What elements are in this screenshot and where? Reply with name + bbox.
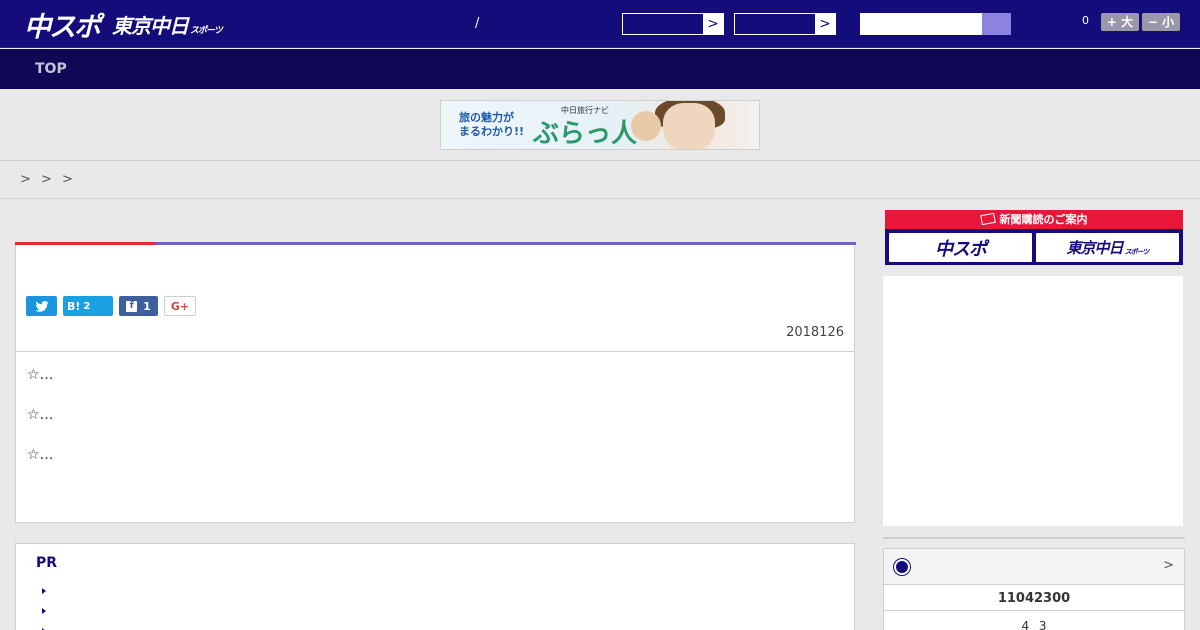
font-size-increase-button[interactable]: + 大 [1101,13,1139,31]
chuspo-logo[interactable]: 中スポ [24,7,101,43]
site-header: 中スポ 東京中日 スポーツ / > > 0 + 大 − 小 [0,0,1200,48]
divider [0,160,1200,161]
hatena-bookmark-button[interactable]: B! 2 [63,296,113,316]
article-paragraph: ☆… [27,447,54,463]
banner-catch: 旅の魅力が まるわかり!! [459,111,525,138]
tokyo-chunichi-logo-text: 東京中日 [112,13,189,38]
ad-banner[interactable]: 旅の魅力が まるわかり!! 中日旅行ナビ ぶらっ人 [440,100,760,150]
widget-score: 4 3 [1021,619,1047,630]
subscribe-chuspo-button[interactable]: 中スポ [889,233,1032,262]
breadcrumb[interactable]: > > > [20,172,73,187]
divider [16,351,854,352]
facebook-icon: f [126,300,138,312]
pr-box: PR [15,543,855,630]
facebook-share-button[interactable]: f1 [119,296,158,316]
subscription-heading: 新聞購読のご案内 [885,210,1183,229]
subscription-box: 新聞購読のご案内 中スポ 東京中日 スポーツ [885,210,1183,265]
subscription-heading-text: 新聞購読のご案内 [999,213,1088,226]
widget-header: > [884,549,1184,585]
pr-bullet-icon [42,608,46,614]
twitter-icon [34,300,49,312]
pr-title: PR [36,555,58,571]
article-accent-red [15,242,155,245]
header-slash: / [475,16,480,31]
banner-photo-face [663,103,715,149]
divider [884,610,1184,611]
article-paragraph: ☆… [27,407,54,423]
newspaper-icon [979,212,996,226]
facebook-count: 1 [143,299,151,313]
font-size-decrease-button[interactable]: − 小 [1142,13,1180,31]
divider [0,198,1200,199]
baseball-icon [894,559,910,575]
subscribe-tokyo-small: スポーツ [1124,247,1150,256]
chevron-right-icon: > [815,14,835,34]
article-accent-purple [155,242,856,245]
counter-text: 0 [1082,14,1089,27]
widget-value: 11042300 [997,591,1071,606]
chevron-right-icon: > [703,14,723,34]
category-select-1[interactable]: > [622,13,724,35]
global-nav: TOP [0,49,1200,89]
pr-bullet-icon [42,588,46,594]
article-date: 2018126 [786,325,844,340]
banner-brand: ぶらっ人 [533,119,638,149]
google-plus-share-button[interactable]: G+ [164,296,196,316]
twitter-share-button[interactable] [26,296,57,316]
article-card: B! 2 f1 G+ 2018126 ☆… ☆… ☆… [15,242,856,523]
widget-more-link[interactable]: > [1163,558,1174,573]
search-button[interactable] [982,13,1011,35]
subscribe-tokyo-chunichi-button[interactable]: 東京中日 スポーツ [1036,233,1179,262]
nav-item-top[interactable]: TOP [35,61,67,77]
divider [883,537,1185,539]
subscribe-tokyo-label: 東京中日 [1066,239,1124,257]
hatena-icon: B! [67,299,81,313]
category-select-2[interactable]: > [734,13,836,35]
article-paragraph: ☆… [27,367,54,383]
baseball-score-widget: > 11042300 4 3 [883,548,1185,630]
hatena-count: 2 [83,300,91,312]
sidebar-ad-slot[interactable] [883,276,1183,526]
tokyo-chunichi-logo[interactable]: 東京中日 スポーツ [112,7,223,41]
tokyo-chunichi-logo-small: スポーツ [190,25,223,36]
share-buttons: B! 2 f1 G+ [26,296,196,316]
search-input[interactable] [860,13,982,35]
